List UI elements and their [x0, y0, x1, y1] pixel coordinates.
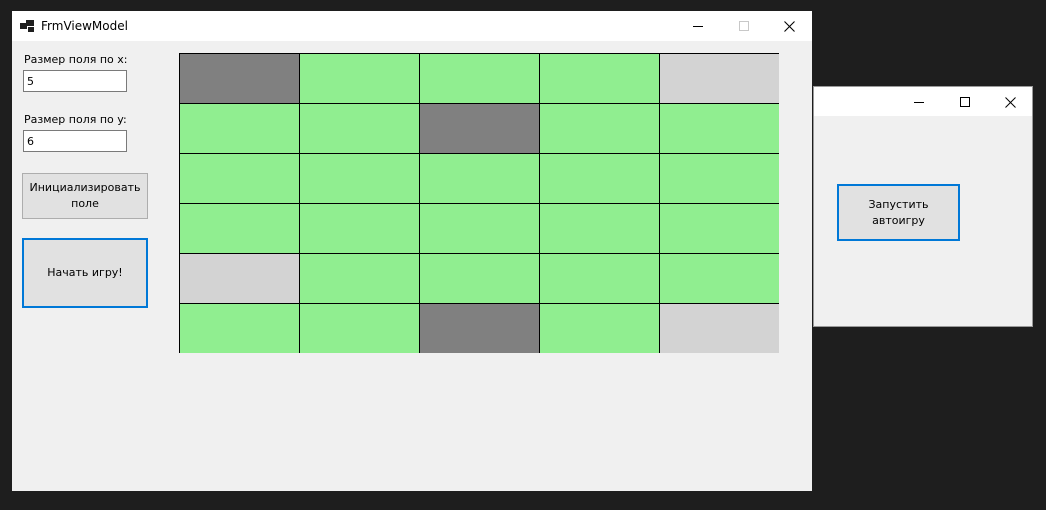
window-title: FrmViewModel — [41, 19, 128, 33]
field-cell-grass[interactable] — [299, 253, 419, 303]
field-cell-grass[interactable] — [179, 153, 299, 203]
field-cell-grass[interactable] — [179, 203, 299, 253]
autoplay-maximize-button[interactable] — [942, 87, 988, 117]
field-cell-empty[interactable] — [659, 53, 779, 103]
size-x-input[interactable] — [23, 70, 127, 92]
maximize-icon — [960, 97, 970, 107]
autoplay-minimize-button[interactable] — [896, 87, 942, 117]
field-cell-grass[interactable] — [539, 303, 659, 353]
field-cell-grass[interactable] — [179, 303, 299, 353]
field-cell-grass[interactable] — [299, 303, 419, 353]
field-cell-grass[interactable] — [659, 153, 779, 203]
field-cell-grass[interactable] — [299, 153, 419, 203]
start-game-button[interactable]: Начать игру! — [22, 238, 148, 308]
close-icon — [1004, 96, 1016, 108]
minimize-icon — [693, 26, 703, 27]
field-cell-grass[interactable] — [419, 53, 539, 103]
field-cell-grass[interactable] — [539, 203, 659, 253]
maximize-icon — [739, 21, 749, 31]
field-cell-rock[interactable] — [419, 103, 539, 153]
field-cell-rock[interactable] — [419, 303, 539, 353]
title-bar[interactable]: FrmViewModel — [12, 11, 812, 41]
field-cell-grass[interactable] — [539, 253, 659, 303]
field-cell-grass[interactable] — [419, 203, 539, 253]
field-cell-grass[interactable] — [299, 53, 419, 103]
field-cell-grass[interactable] — [299, 103, 419, 153]
autoplay-close-button[interactable] — [987, 87, 1033, 117]
field-cell-grass[interactable] — [539, 53, 659, 103]
field-cell-grass[interactable] — [179, 103, 299, 153]
app-form-icon — [20, 20, 34, 32]
field-cell-grass[interactable] — [539, 103, 659, 153]
autoplay-title-bar[interactable] — [814, 87, 1032, 116]
minimize-icon — [914, 102, 924, 103]
field-cell-grass[interactable] — [299, 203, 419, 253]
close-button[interactable] — [766, 11, 812, 41]
minimize-button[interactable] — [675, 11, 721, 41]
field-cell-grass[interactable] — [419, 253, 539, 303]
close-icon — [783, 20, 795, 32]
field-cell-grass[interactable] — [659, 103, 779, 153]
field-cell-empty[interactable] — [659, 303, 779, 353]
field-cell-empty[interactable] — [179, 253, 299, 303]
field-cell-rock[interactable] — [179, 53, 299, 103]
autoplay-window: Запустить автоигру — [813, 86, 1033, 327]
size-y-label: Размер поля по y: — [24, 113, 127, 126]
start-autoplay-button[interactable]: Запустить автоигру — [837, 184, 960, 241]
size-x-label: Размер поля по x: — [24, 53, 128, 66]
field-cell-grass[interactable] — [659, 253, 779, 303]
init-field-button[interactable]: Инициализировать поле — [22, 173, 148, 219]
main-window: FrmViewModel Размер поля по x: Размер по… — [12, 11, 812, 491]
field-cell-grass[interactable] — [419, 153, 539, 203]
maximize-button — [721, 11, 767, 41]
field-cell-grass[interactable] — [659, 203, 779, 253]
size-y-input[interactable] — [23, 130, 127, 152]
game-field-grid — [179, 53, 779, 353]
field-cell-grass[interactable] — [539, 153, 659, 203]
